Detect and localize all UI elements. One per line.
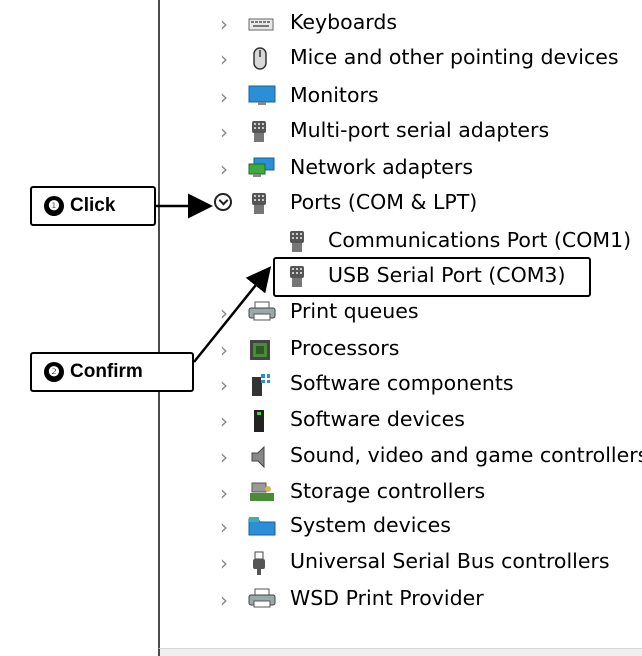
keyboard-icon [248,12,274,34]
tree-item[interactable]: › Keyboards [160,6,642,40]
tree-item-label: Universal Serial Bus controllers [290,549,610,573]
tree-item[interactable]: › Monitors [160,79,642,113]
mouse-icon [248,47,272,70]
tree-item-label: Print queues [290,299,419,323]
tree-item[interactable]: › System devices [160,509,642,543]
speaker-icon [248,445,272,469]
tree-item[interactable]: › WSD Print Provider [160,582,642,616]
usb-serial-port-highlight [273,257,591,297]
serial-port-icon [248,192,272,214]
chevron-right-icon[interactable]: › [217,551,231,575]
device-tree-pane: › Keyboards › Mice and other pointing devic… [158,0,642,648]
processor-icon [248,338,272,360]
step2-label: Confirm [70,361,143,382]
storage-controller-icon [248,481,274,503]
monitor-icon [248,85,276,107]
tree-item-label: Communications Port (COM1) [328,228,632,252]
tree-item-label: Keyboards [290,10,398,34]
chevron-right-icon[interactable]: › [217,12,231,36]
tree-item[interactable]: › Processors [160,332,642,366]
serial-port-icon [286,230,310,252]
tree-item[interactable]: › Software devices [160,403,642,437]
tree-item[interactable]: › Software components [160,367,642,401]
chevron-down-icon[interactable] [214,193,232,211]
tree-item[interactable]: Ports (COM & LPT) [160,186,642,220]
tree-item[interactable]: › Universal Serial Bus controllers [160,545,642,579]
printer-icon [248,588,276,610]
chevron-right-icon[interactable]: › [217,301,231,325]
chevron-right-icon[interactable]: › [217,373,231,397]
chevron-right-icon[interactable]: › [217,588,231,612]
software-device-icon [248,409,272,432]
step1-number: ❶ [44,196,64,216]
tree-item-label: Multi-port serial adapters [290,118,550,142]
tree-item[interactable]: › Mice and other pointing devices [160,41,642,75]
chevron-right-icon[interactable]: › [217,515,231,539]
step1-label: Click [70,195,116,216]
chevron-right-icon[interactable]: › [217,338,231,362]
printer-icon [248,301,276,323]
tree-item[interactable]: › Print queues [160,295,642,329]
chevron-right-icon[interactable]: › [217,445,231,469]
step2-number: ❷ [44,362,64,382]
tree-item-label: Processors [290,336,400,360]
step2-callout: ❷ Confirm [30,352,194,392]
tree-item-label: Ports (COM & LPT) [290,190,478,214]
step1-callout: ❶ Click [30,186,156,226]
tree-item-label: Network adapters [290,155,474,179]
tree-item[interactable]: › Sound, video and game controllers [160,439,642,473]
chevron-right-icon[interactable]: › [217,120,231,144]
software-component-icon [248,373,272,396]
chevron-right-icon[interactable]: › [217,409,231,433]
serial-port-icon [248,120,272,142]
network-adapter-icon [248,157,275,179]
tree-item-label: Sound, video and game controllers [290,443,642,467]
tree-item-label: Mice and other pointing devices [290,45,619,69]
folder-icon [248,515,276,537]
chevron-right-icon[interactable]: › [217,85,231,109]
tree-item-label: Software components [290,371,514,395]
tree-item-label: Monitors [290,83,379,107]
chevron-right-icon[interactable]: › [217,481,231,505]
tree-item[interactable]: › Storage controllers [160,475,642,509]
chevron-right-icon[interactable]: › [217,157,231,181]
tree-item[interactable]: › Multi-port serial adapters [160,114,642,148]
chevron-right-icon[interactable]: › [217,47,231,71]
tree-item-label: Storage controllers [290,479,486,503]
tree-item-label: Software devices [290,407,465,431]
tree-item-label: System devices [290,513,451,537]
tree-item-label: WSD Print Provider [290,586,484,610]
usb-icon [248,551,272,575]
tree-item[interactable]: › Network adapters [160,151,642,185]
tree-item[interactable]: Communications Port (COM1) [160,224,642,258]
